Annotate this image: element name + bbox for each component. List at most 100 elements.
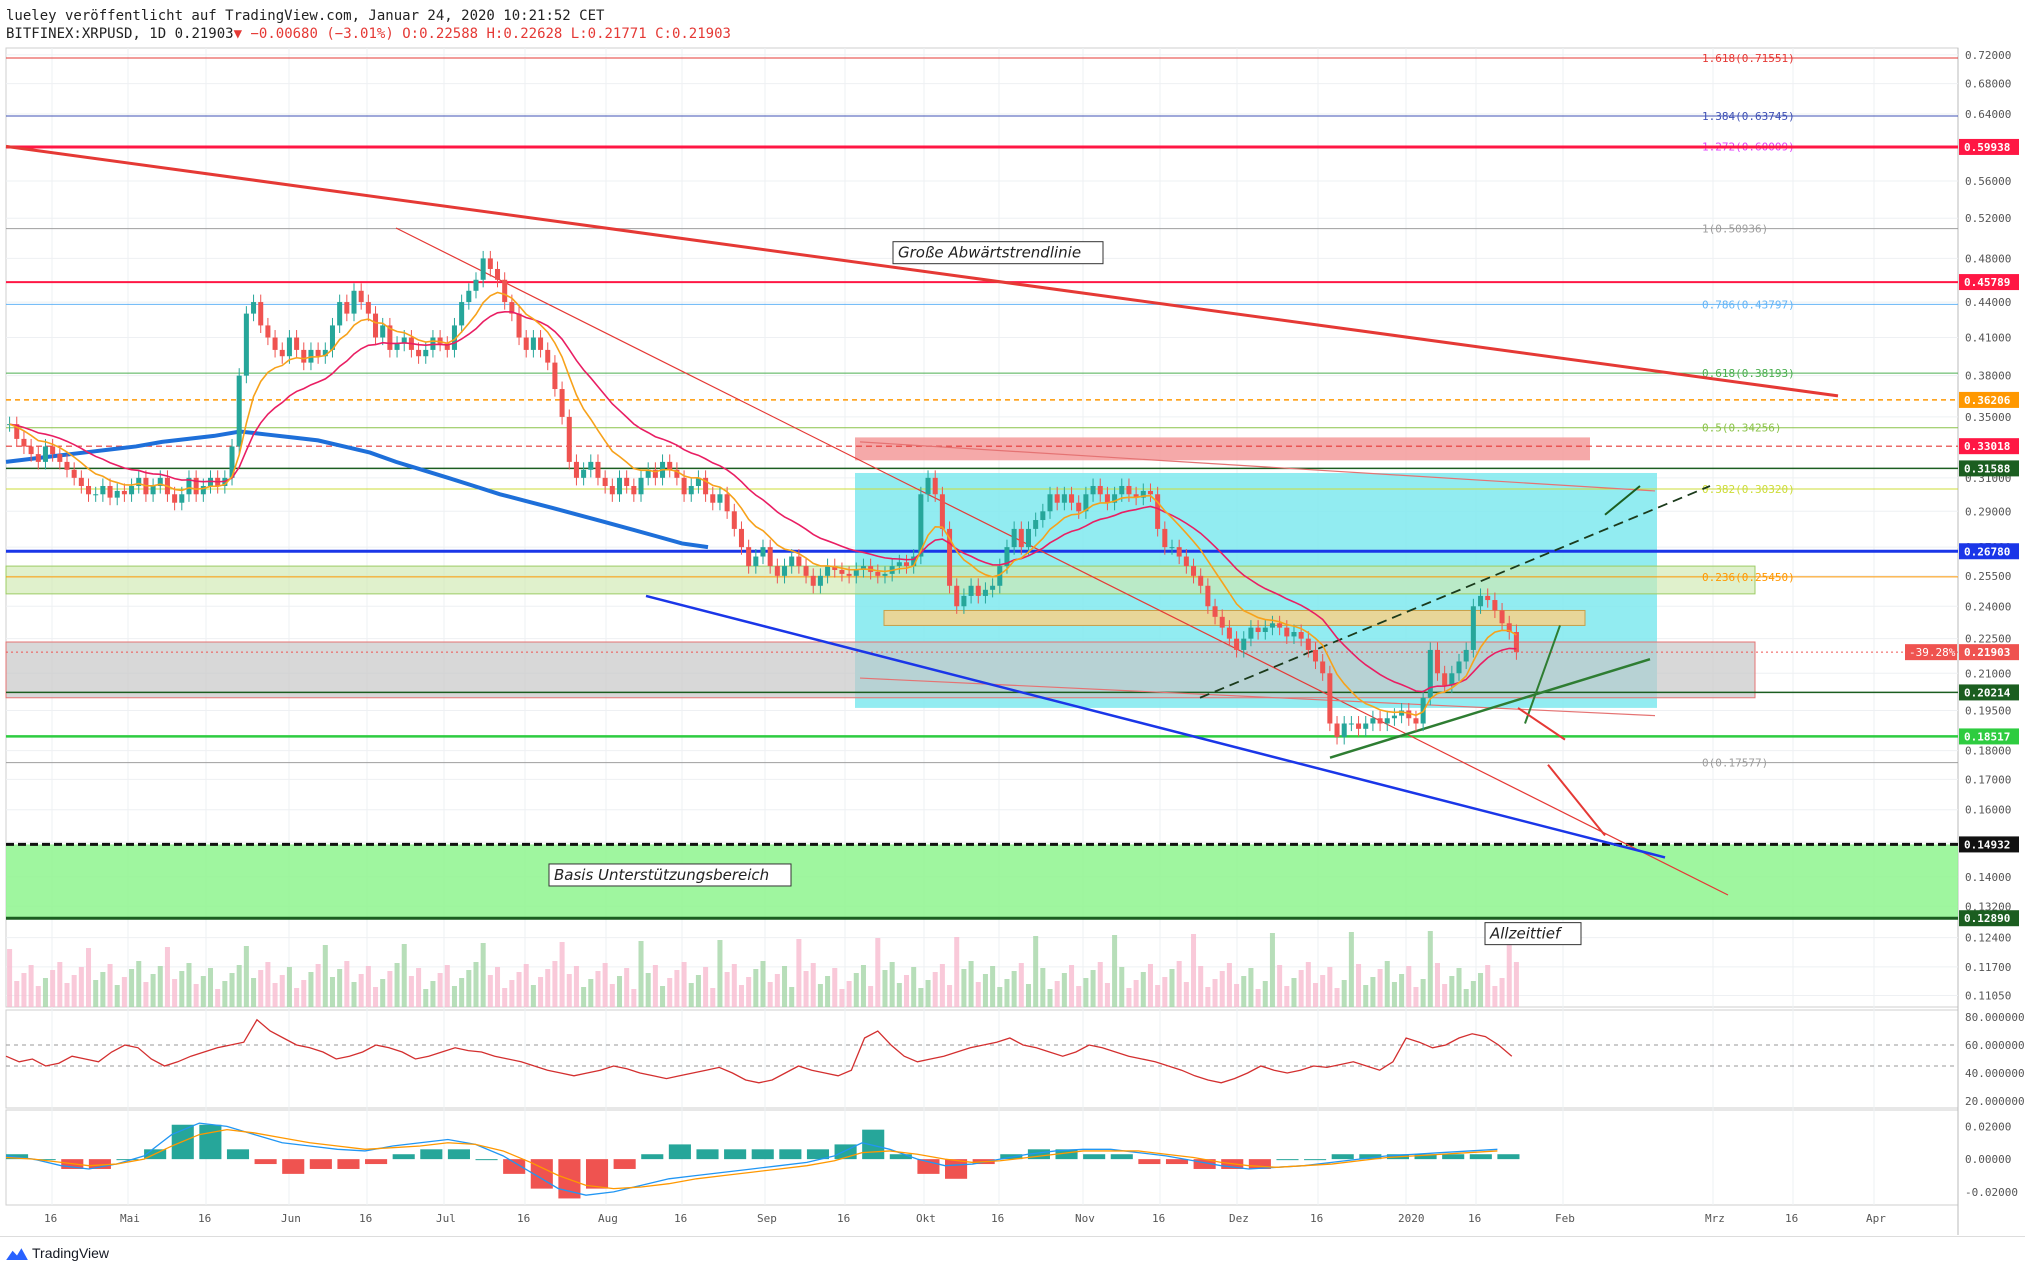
macd-histogram-bar [1304,1159,1327,1161]
candle-body [107,485,113,498]
annotation-label: Basis Unterstützungsbereich [554,866,769,884]
volume-bar [882,970,888,1007]
candle-body [1427,649,1433,698]
candle-body [466,290,472,303]
candle-body [1183,556,1189,567]
volume-bar [530,985,536,1007]
volume-bar [990,966,996,1007]
volume-bar [1047,989,1053,1007]
candle-body [57,454,63,462]
volume-bar [143,982,149,1007]
volume-bar [1054,981,1060,1007]
macd-histogram-bar [392,1154,415,1160]
volume-bar [315,964,321,1007]
candle-body [753,556,759,567]
price-tag-label: 0.21903 [1964,646,2010,659]
macd-histogram-bar [1276,1159,1299,1161]
volume-bar [997,987,1003,1007]
candle-body [1061,494,1067,503]
candle-body [803,566,809,576]
volume-bar [652,965,658,1007]
candle-body [1090,485,1096,495]
volume-bar [93,980,99,1007]
volume-bar [717,940,723,1007]
volume-bar [1262,981,1268,1007]
volume-bar [839,989,845,1007]
candle-body [1363,723,1369,729]
volume-bar [86,948,92,1007]
y-tick-label: 0.12400 [1965,932,2011,945]
macd-histogram-bar [309,1159,332,1169]
volume-bar [1255,989,1261,1007]
candle-body [380,325,386,338]
volume-bar [566,974,572,1007]
candle-body [1176,547,1182,557]
macd-histogram-bar [199,1124,222,1160]
tradingview-logo[interactable]: TradingView [6,1245,109,1261]
x-tick-label: 16 [517,1212,530,1225]
volume-bar [279,975,285,1007]
volume-bar [329,977,335,1007]
volume-bar [186,963,192,1007]
candle-body [681,477,687,495]
volume-bar [695,975,701,1007]
candle-body [459,302,465,326]
volume-bar [14,981,20,1007]
candle-body [954,585,960,607]
candle-body [939,494,945,529]
candle-body [581,469,587,478]
volume-bar [688,983,694,1007]
candle-body [882,573,888,576]
candle-body [667,461,673,470]
volume-bar [817,984,823,1007]
volume-bar [437,973,443,1007]
volume-bar [559,942,565,1007]
candle-body [416,349,422,357]
macd-tick-label: 0.00000 [1965,1153,2011,1166]
volume-bar [624,968,630,1007]
volume-bar [724,972,730,1007]
volume-bar [430,981,436,1007]
candle-body [351,290,357,314]
candle-body [394,343,400,350]
macd-histogram-bar [585,1159,609,1189]
candle-body [365,302,371,314]
volume-bar [911,967,917,1007]
x-tick-label: Nov [1075,1212,1095,1225]
volume-bar [451,986,457,1007]
volume-bar [746,977,752,1007]
price-tag-label: 0.14932 [1964,838,2010,851]
orange-box [883,609,1586,626]
volume-bar [889,962,895,1007]
candle-body [1147,490,1153,495]
volume-bar [538,977,544,1007]
volume-bar [222,981,228,1007]
price-tag-label: 0.20214 [1964,686,2011,699]
volume-bar [459,978,465,1007]
volume-bar [272,983,278,1007]
price-tag-label: 0.12890 [1964,912,2010,925]
candle-body [545,349,551,363]
volume-bar [918,988,924,1007]
volume-bar [114,985,120,1007]
candle-body [1262,627,1268,633]
volume-bar [1234,984,1240,1007]
volume-bar [1004,979,1010,1007]
volume-bar [1176,961,1182,1007]
volume-bar [1427,931,1433,1007]
x-tick-label: 16 [1152,1212,1165,1225]
volume-bar [35,986,41,1007]
y-tick-label: 0.16000 [1965,804,2011,817]
candle-body [774,566,780,576]
macd-histogram-bar [945,1159,968,1179]
volume-bar [602,963,608,1007]
change-tag-label: -39.28% [1909,646,1956,659]
volume-bar [1147,964,1153,1007]
candle-body [1248,627,1254,639]
price-chart[interactable]: 0.720000.680000.640000.600000.560000.520… [0,0,2025,1236]
candle-body [932,477,938,495]
candle-body [1284,627,1290,637]
candle-body [975,585,981,596]
y-tick-label: 0.29000 [1965,505,2011,518]
volume-bar [71,975,77,1007]
